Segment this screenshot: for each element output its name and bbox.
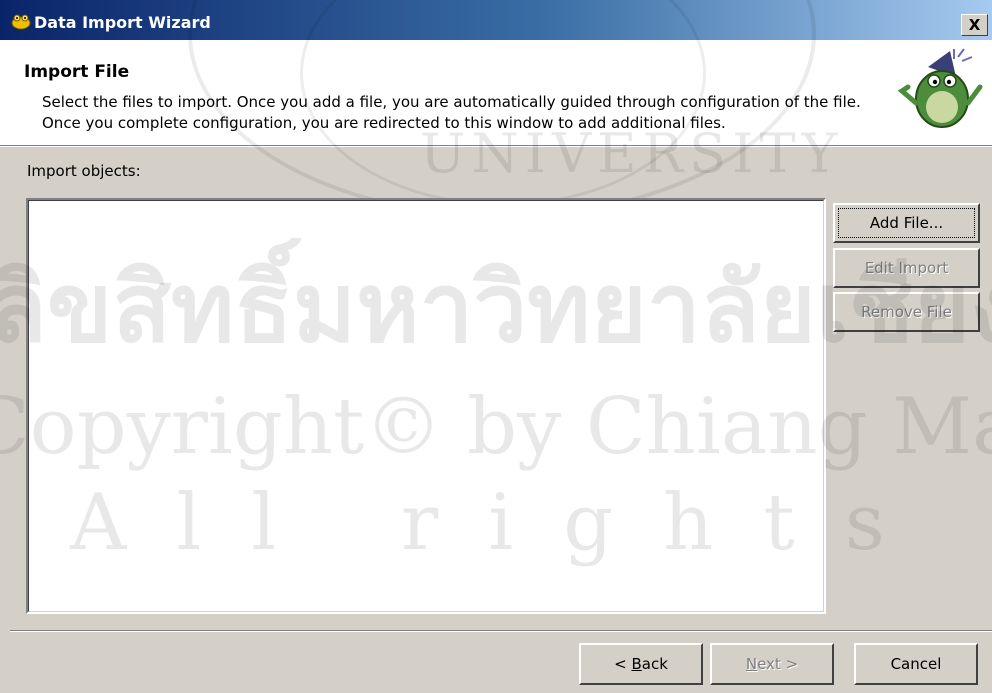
next-button[interactable]: Next >	[710, 643, 834, 685]
wizard-header: Import File Select the files to import. …	[0, 40, 992, 146]
header-divider	[0, 146, 992, 147]
window-title: Data Import Wizard	[34, 13, 211, 32]
add-file-label: Add File...	[869, 214, 944, 232]
footer-divider-light	[10, 631, 992, 632]
back-label-prefix: <	[614, 655, 632, 673]
import-objects-list[interactable]	[26, 198, 826, 614]
cancel-label: Cancel	[890, 655, 942, 673]
add-file-button[interactable]: Add File...	[833, 203, 980, 243]
page-title: Import File	[24, 62, 130, 82]
title-bar: Data Import Wizard X	[0, 0, 992, 40]
back-label-rest: ack	[641, 655, 668, 673]
close-button[interactable]: X	[961, 14, 988, 36]
remove-file-button[interactable]: Remove File	[833, 292, 980, 332]
close-icon: X	[968, 16, 981, 34]
import-objects-list-inner	[28, 200, 824, 612]
wizard-frog-icon	[898, 47, 984, 135]
frog-app-icon	[11, 14, 31, 30]
next-label-mnemonic: N	[745, 655, 758, 673]
back-label-mnemonic: B	[631, 655, 642, 673]
edit-import-button[interactable]: Edit Import	[833, 248, 980, 288]
edit-import-label: Edit Import	[864, 259, 949, 277]
page-description: Select the files to import. Once you add…	[42, 93, 861, 132]
remove-file-label: Remove File	[861, 303, 952, 321]
import-objects-label: Import objects:	[27, 162, 141, 180]
next-label-rest: ext >	[757, 655, 799, 673]
back-button[interactable]: < Back	[579, 643, 703, 685]
cancel-button[interactable]: Cancel	[854, 643, 978, 685]
